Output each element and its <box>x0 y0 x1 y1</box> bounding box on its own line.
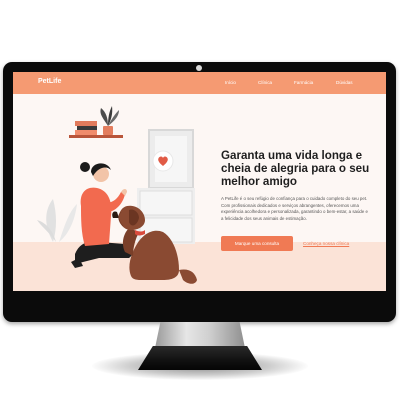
hero-title: Garanta uma vida longa e cheia de alegri… <box>221 149 370 188</box>
plant-left <box>37 199 77 242</box>
hero-description: A PetLife é o seu refúgio de confiança p… <box>221 196 368 221</box>
navbar: PetLife Início Clínica Farmácia Dúvidas <box>13 72 386 94</box>
monitor-stand-neck <box>155 322 245 348</box>
heart-bubble <box>152 150 174 172</box>
nav-link-duvidas[interactable]: Dúvidas <box>336 80 353 85</box>
book-appointment-button[interactable]: Marque uma consulta <box>221 236 293 251</box>
clinic-link[interactable]: Conheça nossa clínica <box>303 241 349 246</box>
nav-link-inicio[interactable]: Início <box>225 80 236 85</box>
nav-link-clinica[interactable]: Clínica <box>258 80 272 85</box>
monitor-stand-base <box>138 346 262 370</box>
hero-illustration <box>37 106 197 284</box>
monitor-frame: PetLife Início Clínica Farmácia Dúvidas <box>3 62 396 322</box>
website-screen: PetLife Início Clínica Farmácia Dúvidas <box>13 72 386 291</box>
nav-link-farmacia[interactable]: Farmácia <box>294 80 313 85</box>
logo[interactable]: PetLife <box>38 78 61 85</box>
wall-shelf <box>69 106 123 138</box>
webcam-dot <box>196 65 202 71</box>
